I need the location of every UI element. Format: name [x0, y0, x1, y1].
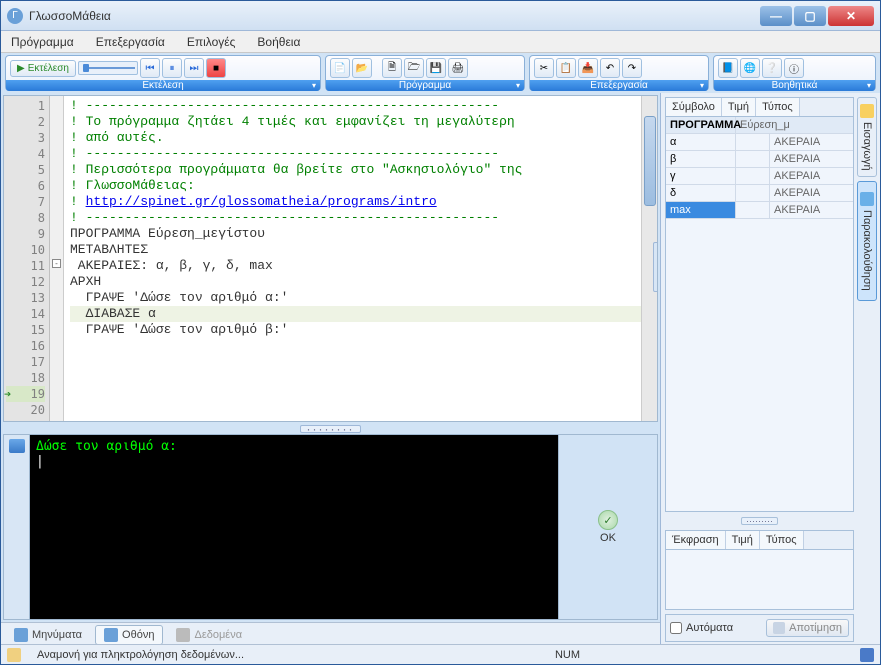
toolbar-row: ▶ Εκτέλεση ⏮ ⏸ ⏭ ■ Εκτέλεση 📄 📂 🗎 🗁 💾 🖨 … [1, 53, 880, 93]
undo-button[interactable]: ↶ [600, 58, 620, 78]
redo-button[interactable]: ↷ [622, 58, 642, 78]
symbol-table: Σύμβολο Τιμή Τύπος ΠΡΟΓΡΑΜΜΑ Εύρεση_μ αΑ… [665, 97, 854, 512]
maximize-button[interactable]: ▢ [794, 6, 826, 26]
tab-screen[interactable]: Οθόνη [95, 625, 163, 645]
app-icon: Γ [7, 8, 23, 24]
new-button[interactable]: 📄 [330, 58, 350, 78]
symbol-row[interactable]: maxΑΚΕΡΑΙΑ [666, 202, 853, 219]
speed-slider[interactable] [78, 61, 138, 75]
window-titlebar: Γ ΓλωσσοΜάθεια — ▢ ✕ [1, 1, 880, 31]
statusbar: Αναμονή για πληκτρολόγηση δεδομένων... N… [1, 644, 880, 664]
stop-button[interactable]: ■ [206, 58, 226, 78]
status-save-icon [860, 648, 874, 662]
inspector-splitter[interactable] [665, 516, 854, 526]
console-icon [9, 439, 25, 453]
console-output[interactable]: Δώσε τον αριθμό α: | [29, 434, 558, 620]
header-expr-type[interactable]: Τύπος [760, 531, 804, 549]
code-editor[interactable]: 123456789101112131415161718➔1920 - ! ---… [3, 95, 658, 422]
menu-options[interactable]: Επιλογές [183, 33, 240, 51]
messages-icon [14, 628, 28, 642]
paste-button[interactable]: 📥 [578, 58, 598, 78]
console-prompt: Δώσε τον αριθμό α: [36, 439, 177, 454]
header-symbol[interactable]: Σύμβολο [666, 98, 722, 116]
save-button[interactable]: 💾 [426, 58, 446, 78]
panel-run-label[interactable]: Εκτέλεση [6, 80, 320, 91]
panel-program-label[interactable]: Πρόγραμμα [326, 80, 524, 91]
ok-button[interactable]: ✓ OK [598, 510, 618, 544]
menu-help[interactable]: Βοήθεια [253, 33, 304, 51]
fold-gutter[interactable]: - [50, 96, 64, 421]
cut-button[interactable]: ✂ [534, 58, 554, 78]
console-side-panel: ✓ OK [558, 434, 658, 620]
data-icon [176, 628, 190, 642]
tab-data[interactable]: Δεδομένα [167, 625, 251, 645]
menu-edit[interactable]: Επεξεργασία [92, 33, 169, 51]
expression-table: Έκφραση Τιμή Τύπος [665, 530, 854, 610]
lesson-button[interactable]: 📘 [718, 58, 738, 78]
symbol-row[interactable]: γΑΚΕΡΑΙΑ [666, 168, 853, 185]
symbol-row[interactable]: δΑΚΕΡΑΙΑ [666, 185, 853, 202]
snapshot-button[interactable]: Αποτίμηση [766, 619, 849, 637]
minimize-button[interactable]: — [760, 6, 792, 26]
snapshot-icon [773, 622, 785, 634]
insert-icon [860, 104, 874, 118]
ok-icon: ✓ [598, 510, 618, 530]
panel-help: 📘 🌐 ❔ ⓘ Βοηθητικά [713, 55, 876, 91]
header-expr[interactable]: Έκφραση [666, 531, 726, 549]
symbol-row[interactable]: βΑΚΕΡΑΙΑ [666, 151, 853, 168]
panel-program: 📄 📂 🗎 🗁 💾 🖨 Πρόγραμμα [325, 55, 525, 91]
screen-icon [104, 628, 118, 642]
file-button[interactable]: 🗎 [382, 58, 402, 78]
copy-button[interactable]: 📋 [556, 58, 576, 78]
header-value[interactable]: Τιμή [722, 98, 756, 116]
status-text: Αναμονή για πληκτρολόγηση δεδομένων... [37, 649, 244, 661]
program-row: ΠΡΟΓΡΑΜΜΑ Εύρεση_μ [666, 117, 853, 134]
code-area[interactable]: ! --------------------------------------… [64, 96, 657, 421]
menu-program[interactable]: Πρόγραμμα [7, 33, 78, 51]
step-back-button[interactable]: ⏮ [140, 58, 160, 78]
open-button[interactable]: 📂 [352, 58, 372, 78]
vertical-splitter-grip[interactable] [653, 242, 658, 292]
symbol-row[interactable]: αΑΚΕΡΑΙΑ [666, 134, 853, 151]
console-gutter [3, 434, 29, 620]
step-forward-button[interactable]: ⏭ [184, 58, 204, 78]
header-type[interactable]: Τύπος [756, 98, 800, 116]
print-button[interactable]: 🖨 [448, 58, 468, 78]
info-button[interactable]: ⓘ [784, 58, 804, 78]
menubar: Πρόγραμμα Επεξεργασία Επιλογές Βοήθεια [1, 31, 880, 53]
panel-edit-label[interactable]: Επεξεργασία [530, 80, 708, 91]
horizontal-splitter-grip[interactable] [1, 424, 660, 434]
console-cursor: | [36, 454, 44, 469]
sidetab-insert[interactable]: Εισαγωγή [857, 97, 877, 177]
header-expr-value[interactable]: Τιμή [726, 531, 760, 549]
tab-messages[interactable]: Μηνύματα [5, 625, 91, 645]
run-button[interactable]: ▶ Εκτέλεση [10, 60, 76, 77]
auto-checkbox[interactable]: Αυτόματα [670, 622, 733, 634]
window-title: ΓλωσσοΜάθεια [29, 9, 760, 23]
inspector-footer: Αυτόματα Αποτίμηση [665, 614, 854, 642]
close-button[interactable]: ✕ [828, 6, 874, 26]
folder-button[interactable]: 🗁 [404, 58, 424, 78]
pause-button[interactable]: ⏸ [162, 58, 182, 78]
web-button[interactable]: 🌐 [740, 58, 760, 78]
status-num: NUM [555, 649, 580, 661]
status-icon [7, 648, 21, 662]
panel-help-label[interactable]: Βοηθητικά [714, 80, 875, 91]
help-button[interactable]: ❔ [762, 58, 782, 78]
panel-run: ▶ Εκτέλεση ⏮ ⏸ ⏭ ■ Εκτέλεση [5, 55, 321, 91]
bottom-tabs: Μηνύματα Οθόνη Δεδομένα [1, 622, 660, 646]
line-gutter: 123456789101112131415161718➔1920 [4, 96, 50, 421]
watch-icon [860, 192, 874, 206]
panel-edit: ✂ 📋 📥 ↶ ↷ Επεξεργασία [529, 55, 709, 91]
sidetab-watch[interactable]: Παρακολούθηση [857, 181, 877, 301]
